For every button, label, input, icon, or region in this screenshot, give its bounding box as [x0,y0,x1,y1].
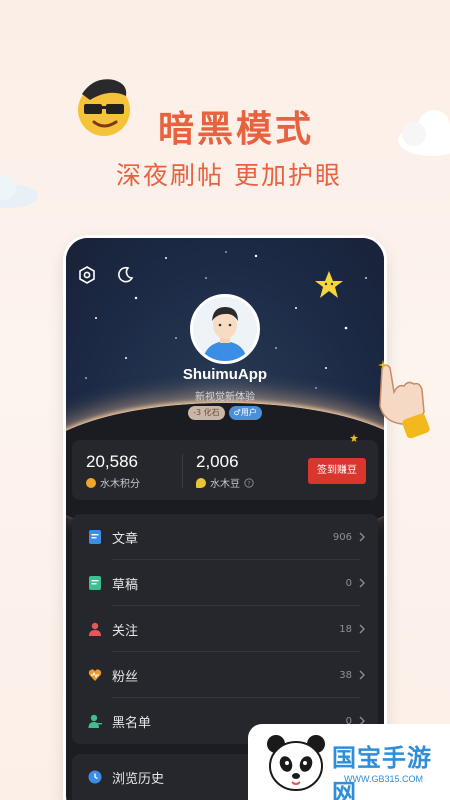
fans-icon [88,669,102,681]
stats-divider [182,454,183,488]
watermark: 国宝手游网 WWW.GB315.COM [248,724,450,800]
beans-label: 水木豆 [210,479,240,490]
draft-icon [89,576,101,590]
moon-icon[interactable] [116,266,134,284]
chevron-right-icon [359,532,365,542]
menu-label: 文章 [112,531,139,547]
promo-subtitle: 深夜刷帖 更加护眼 [116,161,342,190]
menu-item-fans[interactable]: 粉丝 38 [72,652,378,698]
menu-label: 浏览历史 [112,771,165,787]
menu-item-draft[interactable]: 草稿 0 [72,560,378,606]
menu-count: 18 [339,623,352,635]
panda-logo-icon [267,735,325,791]
profile-tagline: 新视觉新体验 [195,392,255,403]
level-badge: -3 化石 [188,406,225,420]
follow-icon [89,622,101,636]
avatar[interactable] [190,294,260,364]
chevron-right-icon [359,624,365,634]
chevron-right-icon [359,670,365,680]
menu-item-follow[interactable]: 关注 18 [72,606,378,652]
menu-count: 906 [332,531,352,543]
phone-mockup: ShuimuApp 新视觉新体验 -3 化石 ♂用户 20,586 水木积分 2… [66,238,384,800]
bean-icon [196,477,206,488]
menu-label: 黑名单 [112,715,152,731]
svg-text:?: ? [247,479,250,487]
star-mascot-icon [315,271,343,298]
points-label: 水木积分 [100,479,140,490]
watermark-url: WWW.GB315.COM [344,774,424,784]
menu-label: 关注 [112,623,139,639]
avatar-illustration [193,297,257,361]
role-badge: ♂用户 [228,406,262,420]
menu-item-article[interactable]: 文章 906 [72,514,378,560]
points-stat[interactable]: 20,586 水木积分 [86,452,140,490]
small-star-icon [350,434,358,442]
chevron-right-icon [359,578,365,588]
checkin-button[interactable]: 签到赚豆 [308,458,366,484]
username: ShuimuApp [182,366,268,383]
settings-icon[interactable] [78,266,96,284]
badges: -3 化石 ♂用户 [66,406,384,420]
beans-value: 2,006 [196,452,239,471]
blacklist-icon [88,714,102,728]
menu-label: 草稿 [112,577,139,593]
watermark-title: 国宝手游网 [332,744,432,800]
help-icon[interactable]: ? [244,477,254,488]
menu-label: 粉丝 [112,669,139,685]
article-icon [89,530,101,544]
beans-stat[interactable]: 2,006 水木豆 ? [196,452,254,490]
sparkle-icon [378,360,388,370]
cool-emoji-icon [78,79,130,136]
hand-pointer-icon [379,364,430,438]
menu-count: 38 [339,669,352,681]
beans-label-row: 水木豆 ? [196,475,254,490]
points-value: 20,586 [86,452,138,471]
promo-title: 暗黑模式 [158,109,315,150]
cloud-decoration [398,110,450,156]
points-label-row: 水木积分 [86,475,140,490]
history-clock-icon [88,770,102,784]
menu-count: 0 [345,577,352,589]
cloud-decoration [0,176,38,208]
stats-card: 20,586 水木积分 2,006 水木豆 ? 签到赚豆 [72,440,378,500]
menu-card: 文章 906 草稿 0 关注 18 粉丝 38 黑名单 0 [72,514,378,744]
profile-header: ShuimuApp 新视觉新体验 -3 化石 ♂用户 [66,238,384,543]
points-coin-icon [86,477,96,488]
